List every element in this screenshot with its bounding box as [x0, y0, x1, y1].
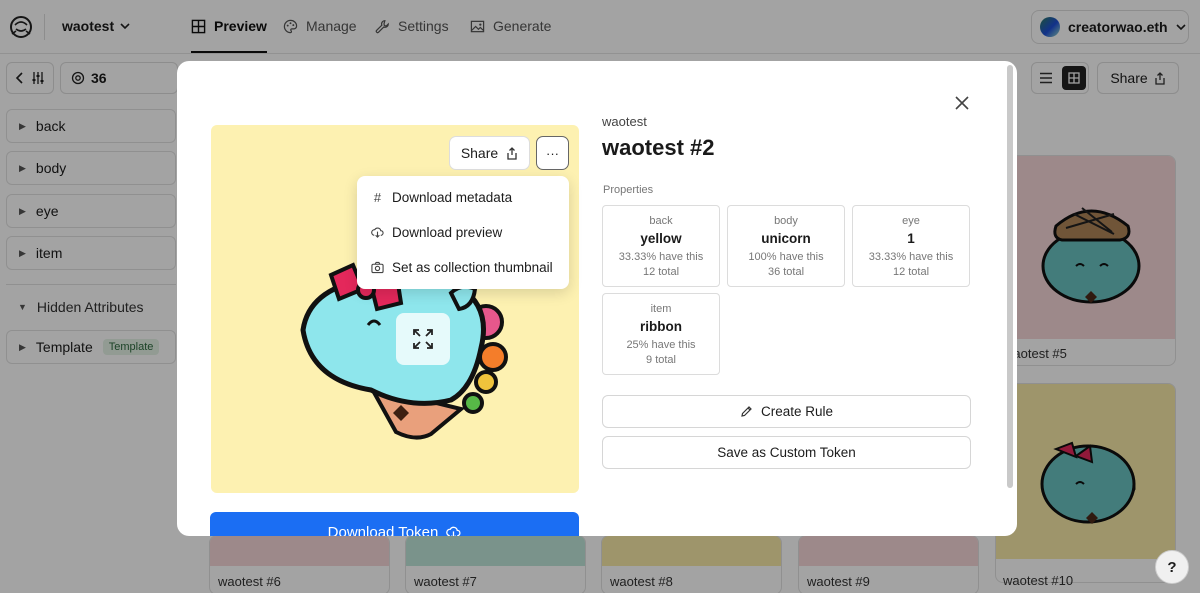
camera-icon — [371, 261, 384, 274]
more-options-button[interactable]: ··· — [536, 136, 569, 170]
property-total: 12 total — [892, 266, 930, 278]
save-custom-label: Save as Custom Token — [717, 445, 856, 460]
property-key: eye — [902, 215, 920, 227]
property-rarity: 100% have this — [748, 251, 824, 263]
more-icon: ··· — [546, 145, 559, 161]
property-rarity: 33.33% have this — [618, 251, 704, 263]
property-card-back[interactable]: back yellow 33.33% have this 12 total — [602, 205, 720, 287]
help-icon: ? — [1167, 558, 1177, 576]
property-value: unicorn — [761, 231, 811, 246]
property-card-body[interactable]: body unicorn 100% have this 36 total — [727, 205, 845, 287]
menu-item-label: Set as collection thumbnail — [392, 260, 553, 275]
token-options-menu: # Download metadata Download preview Set… — [357, 176, 569, 289]
property-rarity: 33.33% have this — [868, 251, 954, 263]
expand-icon — [413, 329, 433, 349]
menu-item-download-metadata[interactable]: # Download metadata — [371, 190, 512, 205]
collection-name: waotest — [602, 114, 647, 129]
property-key: back — [649, 215, 673, 227]
create-rule-label: Create Rule — [760, 404, 834, 419]
pencil-icon — [741, 406, 752, 417]
token-detail-modal: Share ··· # Download metadata Download p… — [177, 61, 1017, 536]
property-total: 36 total — [767, 266, 805, 278]
property-value: ribbon — [640, 319, 682, 334]
property-key: item — [650, 303, 672, 315]
menu-item-label: Download metadata — [392, 190, 513, 205]
cloud-download-icon — [446, 526, 461, 536]
download-token-label: Download Token — [327, 523, 439, 537]
property-rarity: 25% have this — [626, 339, 696, 351]
property-value: 1 — [907, 231, 915, 246]
download-token-button[interactable]: Download Token — [210, 512, 579, 536]
close-icon[interactable] — [953, 94, 971, 112]
save-custom-token-button[interactable]: Save as Custom Token — [602, 436, 971, 469]
menu-item-set-thumbnail[interactable]: Set as collection thumbnail — [371, 260, 553, 275]
property-total: 12 total — [642, 266, 680, 278]
menu-item-label: Download preview — [392, 225, 503, 240]
property-card-eye[interactable]: eye 1 33.33% have this 12 total — [852, 205, 970, 287]
property-total: 9 total — [646, 354, 676, 366]
help-button[interactable]: ? — [1155, 550, 1189, 584]
menu-item-download-preview[interactable]: Download preview — [371, 225, 502, 240]
expand-preview-button[interactable] — [396, 313, 450, 365]
property-key: body — [774, 215, 798, 227]
share-label: Share — [460, 145, 499, 161]
create-rule-button[interactable]: Create Rule — [602, 395, 971, 428]
property-card-item[interactable]: item ribbon 25% have this 9 total — [602, 293, 720, 375]
modal-scrollbar[interactable] — [1007, 65, 1013, 488]
properties-heading: Properties — [603, 184, 654, 196]
share-token-button[interactable]: Share — [449, 136, 530, 170]
hash-icon: # — [373, 190, 382, 205]
token-title: waotest #2 — [602, 135, 715, 160]
share-icon — [507, 146, 517, 160]
property-value: yellow — [640, 231, 682, 246]
cloud-download-icon — [371, 227, 384, 238]
